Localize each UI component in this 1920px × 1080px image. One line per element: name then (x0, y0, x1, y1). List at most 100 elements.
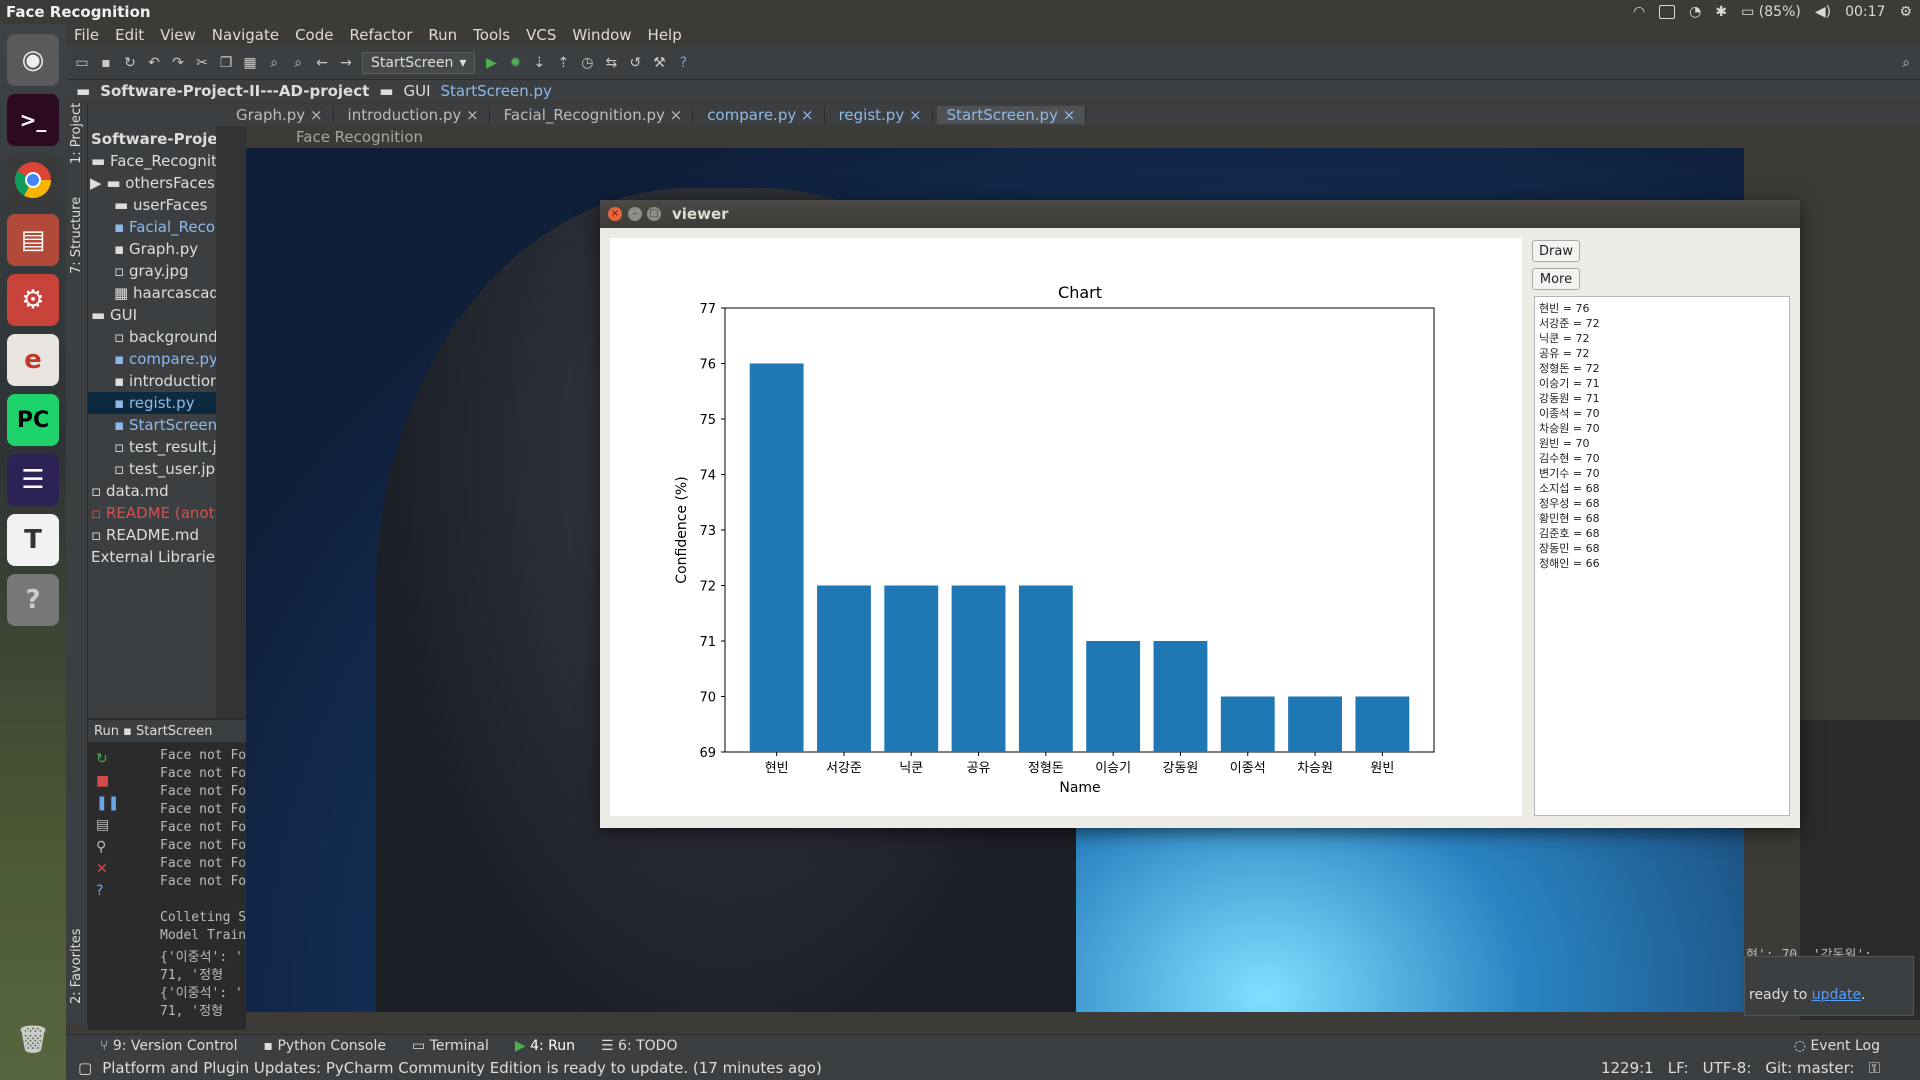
paste-icon[interactable]: ▦ (242, 55, 258, 71)
tab-graph[interactable]: Graph.py × (226, 106, 334, 124)
battery-indicator[interactable]: ▭ (85%) (1741, 4, 1801, 20)
close-icon[interactable]: × (1063, 106, 1076, 124)
run-config-select[interactable]: StartScreen ▾ (362, 51, 476, 74)
menu-code[interactable]: Code (287, 26, 341, 44)
close-icon[interactable]: × (310, 106, 323, 124)
tree-item[interactable]: ▪ Facial_Recog (114, 216, 216, 238)
tab-introduction[interactable]: introduction.py × (338, 106, 490, 124)
lock-icon[interactable]: ⚿ (1869, 1059, 1880, 1077)
tree-item[interactable]: ▬ Face_Recogniti (91, 150, 216, 172)
menu-run[interactable]: Run (420, 26, 465, 44)
vcs-history-icon[interactable]: ◷ (579, 55, 595, 71)
run-tab[interactable]: ▶ 4: Run (515, 1038, 575, 1054)
structure-tool-button[interactable]: 7: Structure (69, 197, 84, 274)
minimize-window-icon[interactable]: – (628, 207, 642, 221)
menu-window[interactable]: Window (564, 26, 639, 44)
revert-icon[interactable]: ↺ (627, 55, 643, 71)
keyboard-icon[interactable] (1659, 5, 1676, 19)
close-icon[interactable]: × (909, 106, 922, 124)
tree-item[interactable]: ▫ README.md (91, 524, 199, 546)
back-icon[interactable]: ← (314, 55, 330, 71)
draw-button[interactable]: Draw (1532, 240, 1580, 262)
breadcrumb-gui[interactable]: GUI (403, 82, 430, 100)
tree-item[interactable]: ▫ test_result.jp (114, 436, 216, 458)
python-console-tab[interactable]: ▪ Python Console (263, 1038, 386, 1054)
caret-position[interactable]: 1229:1 (1601, 1059, 1654, 1077)
tab-startscreen[interactable]: StartScreen.py × (936, 106, 1087, 124)
tree-item[interactable]: ▬ userFaces (114, 194, 207, 216)
tree-item[interactable]: ▫ background. (114, 326, 216, 348)
menu-vcs[interactable]: VCS (518, 26, 564, 44)
menu-edit[interactable]: Edit (107, 26, 152, 44)
bluetooth-icon[interactable]: ✱ (1715, 4, 1727, 20)
git-branch[interactable]: Git: master: (1765, 1059, 1854, 1077)
ebook-icon[interactable]: e (7, 334, 59, 386)
vcs-compare-icon[interactable]: ⇆ (603, 55, 619, 71)
pause-icon[interactable]: ❚❚ (96, 792, 119, 814)
power-gear-icon[interactable]: ⚙ (1899, 4, 1912, 20)
terminal-tab[interactable]: ▭ Terminal (412, 1038, 489, 1054)
close-icon[interactable]: ✕ (96, 858, 116, 880)
breadcrumb-project[interactable]: Software-Project-II---AD-project (100, 82, 369, 100)
menu-refactor[interactable]: Refactor (341, 26, 420, 44)
tree-item[interactable]: ▦ haarcascade (114, 282, 216, 304)
ubuntu-dash-icon[interactable]: ◉ (7, 34, 59, 86)
clock[interactable]: 00:17 (1845, 4, 1885, 20)
tab-facial-recognition[interactable]: Facial_Recognition.py × (494, 106, 694, 124)
tab-regist[interactable]: regist.py × (829, 106, 933, 124)
maximize-window-icon[interactable]: □ (647, 207, 661, 221)
text-editor-icon[interactable]: T (7, 514, 59, 566)
copy-icon[interactable]: ❐ (218, 55, 234, 71)
tree-item[interactable]: ▫ gray.jpg (114, 260, 189, 282)
close-window-icon[interactable]: × (608, 207, 622, 221)
viewer-titlebar[interactable]: × – □ viewer (600, 200, 1800, 228)
settings-wrench-icon[interactable]: ⚒ (651, 55, 667, 71)
tree-item[interactable]: ▪ Graph.py (114, 238, 198, 260)
volume-icon[interactable]: ◀) (1815, 4, 1831, 20)
favorites-tool-button[interactable]: 2: Favorites (69, 928, 84, 1004)
tree-item[interactable]: ▶ ▬ othersFaces (90, 172, 215, 194)
tree-item[interactable]: ▪ StartScreen. (114, 414, 216, 436)
face-window-titlebar[interactable]: Face Recognition (246, 126, 1744, 148)
help-question-icon[interactable]: ? (675, 55, 691, 71)
close-icon[interactable]: × (466, 106, 479, 124)
debug-icon[interactable]: ✹ (507, 55, 523, 71)
vcs-update-icon[interactable]: ⇣ (531, 55, 547, 71)
vcs-commit-icon[interactable]: ⇡ (555, 55, 571, 71)
find-icon[interactable]: ⌕ (266, 55, 282, 71)
close-icon[interactable]: × (670, 106, 683, 124)
menu-help[interactable]: Help (640, 26, 690, 44)
more-button[interactable]: More (1532, 268, 1580, 290)
sync-icon[interactable]: ↻ (122, 55, 138, 71)
network-icon[interactable]: ◔ (1689, 4, 1701, 20)
line-separator[interactable]: LF: (1668, 1059, 1689, 1077)
tree-item[interactable]: ▫ test_user.jpg (114, 458, 216, 480)
version-control-tab[interactable]: ⑂ 9: Version Control (100, 1038, 237, 1054)
status-toggle-icon[interactable]: ▢ (78, 1059, 92, 1077)
results-list[interactable]: 현빈 = 76 서강준 = 72 닉쿤 = 72 공유 = 72 정형돈 = 72 이승기… (1534, 296, 1790, 816)
chrome-icon[interactable] (7, 154, 59, 206)
undo-icon[interactable]: ↶ (146, 55, 162, 71)
replace-icon[interactable]: ⌕ (290, 55, 306, 71)
tree-item[interactable]: ▪ introduction (114, 370, 216, 392)
run-icon[interactable]: ▶ (483, 55, 499, 71)
open-folder-icon[interactable]: ▭ (74, 55, 90, 71)
event-log-tab[interactable]: ◌ Event Log (1794, 1038, 1880, 1054)
tree-item[interactable]: ▪ compare.py (114, 348, 216, 370)
file-encoding[interactable]: UTF-8: (1703, 1059, 1752, 1077)
project-tool-button[interactable]: 1: Project (69, 103, 84, 164)
cut-icon[interactable]: ✂ (194, 55, 210, 71)
tree-item[interactable]: ▬ GUI (91, 304, 137, 326)
trash-icon[interactable]: 🗑 (7, 1014, 59, 1066)
tree-item[interactable]: ▫ README (anotl (91, 502, 216, 524)
menu-tools[interactable]: Tools (465, 26, 518, 44)
redo-icon[interactable]: ↷ (170, 55, 186, 71)
menu-navigate[interactable]: Navigate (204, 26, 287, 44)
rerun-icon[interactable]: ↻ (96, 748, 116, 770)
breadcrumb-file[interactable]: StartScreen.py (441, 82, 552, 100)
tree-item-selected[interactable]: ▪ regist.py (88, 392, 216, 414)
pycharm-icon[interactable]: PC (7, 394, 59, 446)
forward-icon[interactable]: → (338, 55, 354, 71)
tree-item[interactable]: External Libraries (91, 546, 216, 568)
files-icon[interactable]: ▤ (7, 214, 59, 266)
